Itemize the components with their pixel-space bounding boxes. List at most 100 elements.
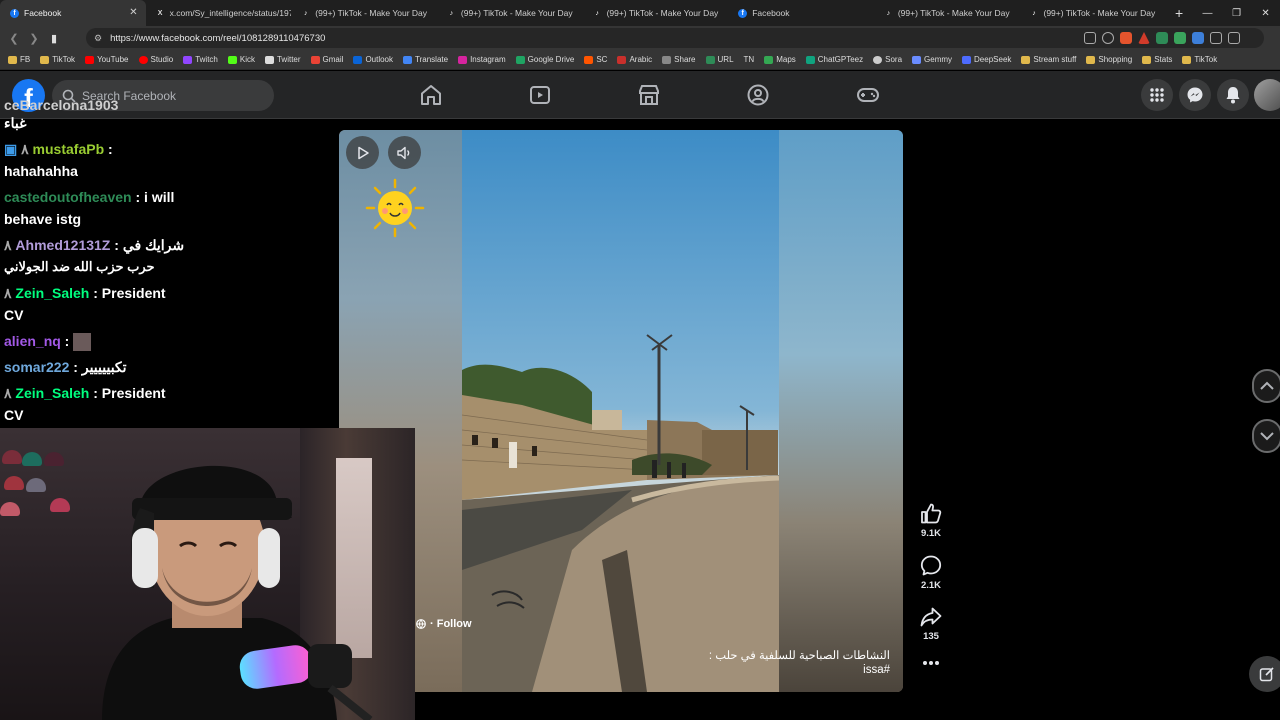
notifications-button[interactable] <box>1217 79 1249 111</box>
chat-username: castedoutofheaven <box>4 189 132 205</box>
bookmark-gmail[interactable]: Gmail <box>310 55 343 64</box>
bookmark-google-drive[interactable]: Google Drive <box>515 55 574 64</box>
bookmark-instagram[interactable]: Instagram <box>458 55 506 64</box>
chat-message: alien_nq : <box>4 330 92 352</box>
new-tab-button[interactable]: + <box>1165 5 1193 21</box>
x-icon: X <box>157 9 163 17</box>
bookmark-outlook[interactable]: Outlook <box>353 55 393 64</box>
rewards-icon[interactable] <box>1138 32 1150 44</box>
bookmark-twitch[interactable]: Twitch <box>183 55 218 64</box>
like-button[interactable]: 9.1K <box>915 503 947 539</box>
bookmark-gemmy[interactable]: Gemmy <box>912 55 952 64</box>
more-options-button[interactable] <box>915 660 947 670</box>
close-tab-icon[interactable]: ✕ <box>129 7 137 18</box>
bookmark-kick[interactable]: Kick <box>227 55 255 64</box>
play-button[interactable] <box>346 136 379 169</box>
zoom-icon[interactable] <box>1102 32 1114 44</box>
bookmark-youtube[interactable]: YouTube <box>85 55 129 64</box>
reel-caption: النشاطات الصباحية للسلفية في حلب : <box>708 650 890 662</box>
home-icon[interactable] <box>419 83 443 107</box>
tab-label: (99+) TikTok - Make Your Day <box>315 8 428 18</box>
tab-label: Facebook <box>752 8 790 18</box>
tab-label: Facebook <box>24 8 62 18</box>
groups-icon[interactable] <box>746 83 770 107</box>
tab-x[interactable]: X x.com/Sy_intelligence/status/197 <box>146 0 291 26</box>
bookmark-maps[interactable]: Maps <box>764 55 796 64</box>
tab-tiktok-4[interactable]: ♪ (99+) TikTok - Make Your Day <box>874 0 1020 26</box>
bookmark-fb[interactable]: FB <box>8 55 30 64</box>
chat-username: Zein_Saleh <box>15 285 90 301</box>
tab-facebook-2[interactable]: f Facebook <box>728 0 874 26</box>
cast-icon[interactable] <box>1084 32 1096 44</box>
bookmark-arabic[interactable]: Arabic <box>617 55 652 64</box>
sidebar-icon[interactable] <box>1228 32 1240 44</box>
chat-message-text: CV <box>4 307 24 323</box>
marketplace-icon[interactable] <box>637 83 661 107</box>
tab-tiktok-3[interactable]: ♪ (99+) TikTok - Make Your Day <box>583 0 729 26</box>
bookmark-icon[interactable]: ▮ <box>44 32 64 45</box>
close-window-icon[interactable]: ✕ <box>1251 8 1280 19</box>
messenger-button[interactable] <box>1179 79 1211 111</box>
follow-button[interactable]: · Follow <box>416 618 472 630</box>
folder-icon <box>1086 55 1096 64</box>
chat-message: somar222 : تكبييييير <box>4 359 127 375</box>
gaming-icon[interactable] <box>856 83 880 107</box>
translate-icon <box>403 55 413 64</box>
share-button[interactable]: 135 <box>915 607 947 642</box>
hat-decoration <box>26 478 46 492</box>
tab-facebook[interactable]: f Facebook ✕ <box>0 0 146 26</box>
bookmark-chatgpteez[interactable]: ChatGPTeez <box>805 55 863 64</box>
volume-icon <box>396 146 409 159</box>
bookmark-translate[interactable]: Translate <box>403 55 448 64</box>
bookmarks-bar: FB TikTok YouTube Studio Twitch Kick Twi… <box>0 50 1280 70</box>
minimize-icon[interactable]: — <box>1193 8 1222 19</box>
next-reel-button[interactable] <box>1252 419 1280 453</box>
profile-avatar[interactable] <box>1254 79 1280 111</box>
webcam-overlay <box>0 428 415 720</box>
bookmark-tn[interactable]: TN <box>744 55 755 64</box>
mute-button[interactable] <box>388 136 421 169</box>
restore-icon[interactable]: ❐ <box>1222 8 1251 19</box>
bookmark-tiktok-folder[interactable]: TikTok <box>1182 55 1217 64</box>
bookmark-studio[interactable]: Studio <box>138 55 173 64</box>
menu-button[interactable] <box>1141 79 1173 111</box>
soundcloud-icon <box>584 55 594 64</box>
previous-reel-button[interactable] <box>1252 369 1280 403</box>
extensions-puzzle-icon[interactable] <box>1210 32 1222 44</box>
chatgpt-icon <box>805 55 815 64</box>
reel-hashtag[interactable]: issa# <box>863 664 890 676</box>
bookmark-twitter[interactable]: Twitter <box>264 55 301 64</box>
emote-image <box>73 333 92 352</box>
bookmark-share[interactable]: Share <box>662 55 696 64</box>
address-bar[interactable]: ⚙ https://www.facebook.com/reel/10812891… <box>86 28 1264 48</box>
extension-green-icon[interactable] <box>1156 32 1168 44</box>
reel-video-player[interactable]: · Follow النشاطات الصباحية للسلفية في حل… <box>339 130 903 692</box>
chat-message: castedoutofheaven : i will <box>4 189 175 205</box>
video-icon[interactable] <box>528 83 552 107</box>
tiktok-icon: ♪ <box>1032 9 1036 17</box>
outlook-icon <box>353 55 363 64</box>
bookmark-url[interactable]: URL <box>705 55 734 64</box>
chat-username: alien_nq <box>4 333 61 349</box>
tab-tiktok-5[interactable]: ♪ (99+) TikTok - Make Your Day <box>1019 0 1165 26</box>
x-icon <box>264 55 274 64</box>
maps-icon <box>764 55 774 64</box>
bookmark-sora[interactable]: Sora <box>873 55 902 64</box>
brave-shield-icon[interactable] <box>1120 32 1132 44</box>
comment-button[interactable]: 2.1K <box>915 555 947 591</box>
bookmark-tiktok[interactable]: TikTok <box>40 55 75 64</box>
bookmark-stats[interactable]: Stats <box>1142 55 1172 64</box>
tab-tiktok-1[interactable]: ♪ (99+) TikTok - Make Your Day <box>291 0 437 26</box>
tiktok-icon: ♪ <box>304 9 308 17</box>
bookmark-sc[interactable]: SC <box>584 55 607 64</box>
bookmark-stream-stuff[interactable]: Stream stuff <box>1021 55 1076 64</box>
extension-blue-icon[interactable] <box>1192 32 1204 44</box>
bookmark-shopping[interactable]: Shopping <box>1086 55 1132 64</box>
new-message-button[interactable] <box>1249 656 1280 692</box>
forward-icon[interactable]: ❯ <box>24 32 44 45</box>
extension-green2-icon[interactable] <box>1174 32 1186 44</box>
tab-tiktok-2[interactable]: ♪ (99+) TikTok - Make Your Day <box>437 0 583 26</box>
back-icon[interactable]: ❮ <box>4 32 24 45</box>
bookmark-deepseek[interactable]: DeepSeek <box>962 55 1011 64</box>
site-settings-icon[interactable]: ⚙ <box>94 33 102 44</box>
